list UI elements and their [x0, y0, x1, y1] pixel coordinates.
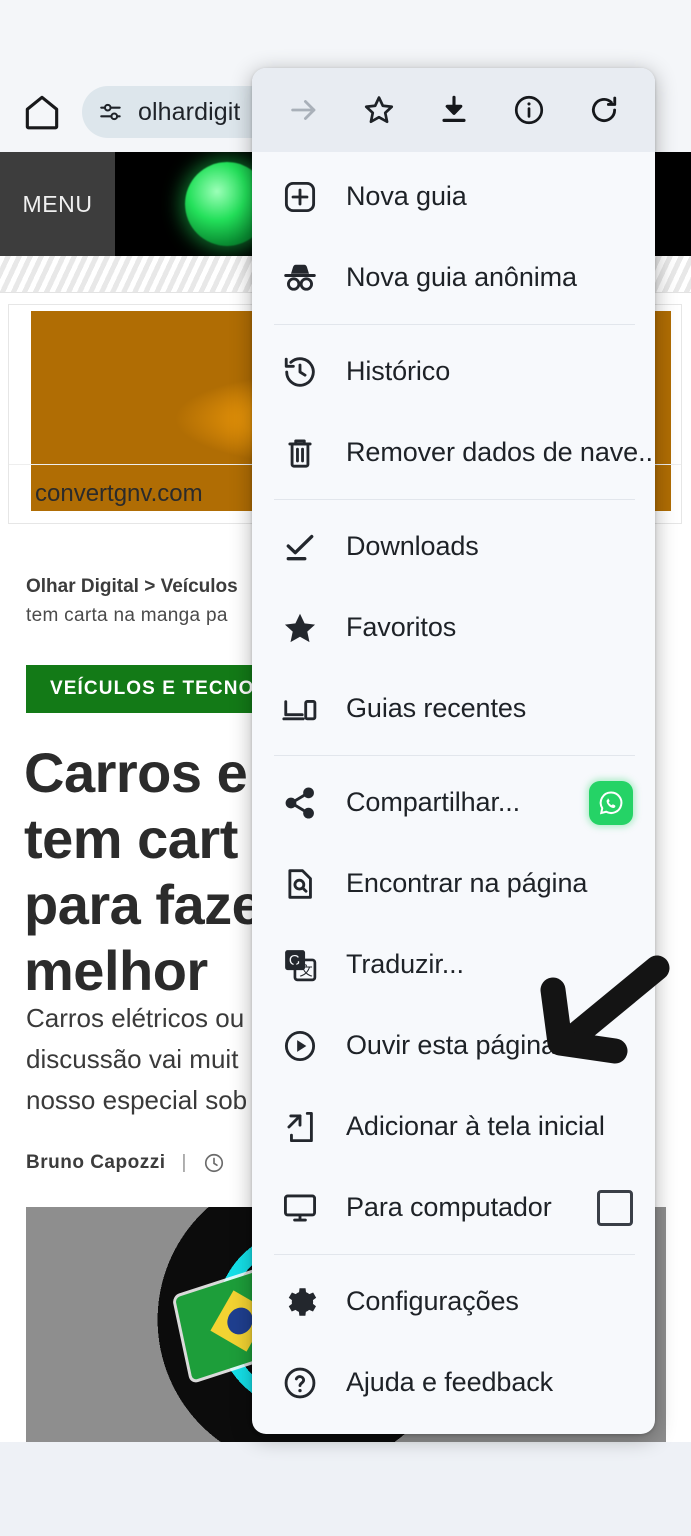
menu-item-share[interactable]: Compartilhar...: [252, 762, 655, 843]
reload-button[interactable]: [576, 82, 632, 138]
incognito-icon: [278, 256, 322, 300]
share-icon: [278, 781, 322, 825]
menu-separator: [274, 1254, 635, 1255]
menu-item-new-tab[interactable]: Nova guia: [252, 156, 655, 237]
refresh-icon: [591, 96, 616, 123]
history-icon: [278, 350, 322, 394]
star-outline-icon: [364, 96, 393, 124]
menu-item-label: Adicionar à tela inicial: [346, 1111, 605, 1141]
downloads-check-icon: [278, 525, 322, 569]
forward-button[interactable]: [276, 82, 332, 138]
menu-item-recent-tabs[interactable]: Guias recentes: [252, 668, 655, 749]
menu-item-label: Downloads: [346, 531, 479, 561]
browser-overflow-menu: Nova guia Nova guia anônima Histórico Re…: [252, 68, 655, 1434]
new-tab-icon: [278, 175, 322, 219]
menu-quick-actions-bar: [252, 68, 655, 152]
menu-item-label: Ouvir esta página: [346, 1030, 556, 1060]
menu-item-label: Configurações: [346, 1286, 519, 1316]
download-button[interactable]: [426, 82, 482, 138]
ad-caption-text: convertgnv.com: [35, 480, 203, 507]
menu-item-history[interactable]: Histórico: [252, 331, 655, 412]
menu-separator: [274, 324, 635, 325]
menu-item-desktop-site[interactable]: Para computador: [252, 1167, 655, 1248]
desktop-icon: [278, 1186, 322, 1230]
download-icon: [441, 95, 466, 122]
byline: Bruno Capozzi |: [26, 1152, 234, 1174]
menu-item-label: Guias recentes: [346, 693, 527, 723]
checkbox-unchecked-icon: [597, 1189, 633, 1226]
arrow-right-icon: [290, 100, 315, 120]
byline-divider: |: [181, 1152, 187, 1173]
clock-icon: [203, 1152, 225, 1174]
menu-item-label: Traduzir...: [346, 949, 464, 979]
menu-item-listen-to-this-page[interactable]: Ouvir esta página: [252, 1005, 655, 1086]
svg-text:文: 文: [299, 963, 312, 978]
desktop-site-checkbox[interactable]: [597, 1189, 633, 1226]
menu-item-label: Nova guia: [346, 181, 467, 211]
menu-item-clear-browsing-data[interactable]: Remover dados de nave...: [252, 412, 655, 493]
menu-item-bookmarks[interactable]: Favoritos: [252, 587, 655, 668]
menu-item-translate[interactable]: G 文 Traduzir...: [252, 924, 655, 1005]
trash-icon: [278, 431, 322, 475]
menu-item-label: Favoritos: [346, 612, 457, 642]
menu-item-settings[interactable]: Configurações: [252, 1261, 655, 1342]
menu-separator: [274, 755, 635, 756]
whatsapp-icon: [589, 780, 633, 825]
menu-separator: [274, 499, 635, 500]
menu-item-label: Nova guia anônima: [346, 262, 577, 292]
tune-icon[interactable]: [98, 99, 124, 125]
gear-icon: [278, 1280, 322, 1324]
menu-item-label: Remover dados de nave...: [346, 437, 655, 467]
menu-item-label: Encontrar na página: [346, 868, 588, 898]
bookmark-button[interactable]: [351, 82, 407, 138]
menu-item-label: Compartilhar...: [346, 787, 521, 817]
page-info-button[interactable]: [501, 82, 557, 138]
star-filled-icon: [278, 606, 322, 650]
site-menu-label: MENU: [22, 190, 93, 217]
menu-item-help-and-feedback[interactable]: Ajuda e feedback: [252, 1342, 655, 1423]
menu-item-label: Para computador: [346, 1192, 552, 1222]
menu-item-label: Ajuda e feedback: [346, 1367, 554, 1397]
add-to-home-screen-icon: [278, 1105, 322, 1149]
incognito-glyph: [284, 264, 316, 291]
menu-item-label: Histórico: [346, 356, 451, 386]
info-circle-icon: [514, 95, 543, 125]
home-icon[interactable]: [20, 90, 64, 134]
find-in-page-icon: [278, 862, 322, 906]
share-target-whatsapp[interactable]: [589, 780, 633, 825]
category-tag-label: VEÍCULOS E TECNO: [50, 678, 255, 699]
menu-item-add-to-home-screen[interactable]: Adicionar à tela inicial: [252, 1086, 655, 1167]
play-circle-icon: [278, 1024, 322, 1068]
recent-tabs-icon: [278, 687, 322, 731]
byline-author[interactable]: Bruno Capozzi: [26, 1152, 166, 1174]
translate-icon: G 文: [278, 943, 322, 987]
screen: olhardigit MENU convertgnv.com Olhar Dig…: [0, 0, 691, 1536]
url-text: olhardigit: [138, 97, 241, 126]
help-circle-icon: [278, 1361, 322, 1405]
site-menu-button[interactable]: MENU: [0, 152, 115, 256]
menu-items-list: Nova guia Nova guia anônima Histórico Re…: [252, 152, 655, 1423]
menu-item-downloads[interactable]: Downloads: [252, 506, 655, 587]
menu-item-find-in-page[interactable]: Encontrar na página: [252, 843, 655, 924]
menu-item-new-incognito-tab[interactable]: Nova guia anônima: [252, 237, 655, 318]
